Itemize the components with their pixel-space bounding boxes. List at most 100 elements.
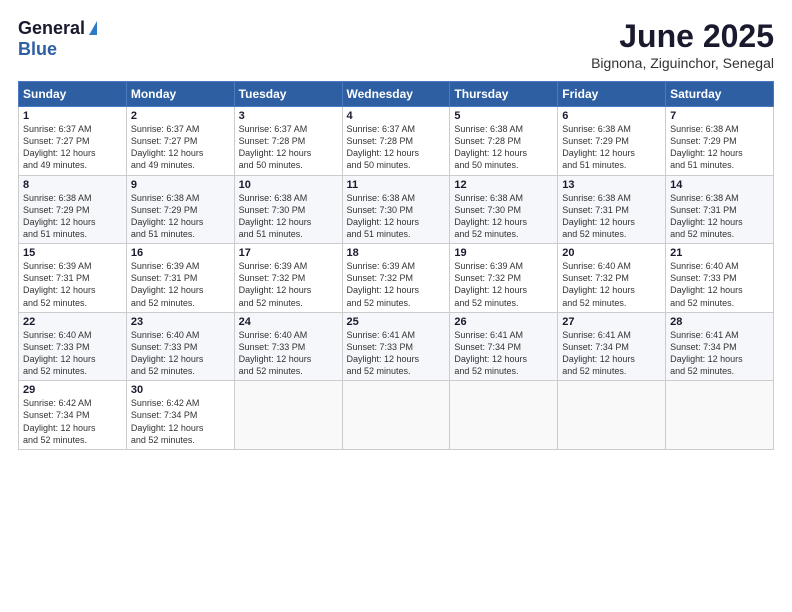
day-info: Sunrise: 6:40 AMSunset: 7:33 PMDaylight:… [131,330,204,376]
month-title: June 2025 [591,18,774,55]
day-info: Sunrise: 6:39 AMSunset: 7:31 PMDaylight:… [23,261,96,307]
day-number: 30 [131,384,230,396]
page-header: General Blue June 2025 Bignona, Ziguinch… [18,18,774,71]
day-number: 29 [23,384,122,396]
day-number: 20 [562,247,661,259]
day-info: Sunrise: 6:38 AMSunset: 7:31 PMDaylight:… [562,193,635,239]
calendar-day-header: Saturday [666,82,774,107]
calendar-day-cell: 28 Sunrise: 6:41 AMSunset: 7:34 PMDayligh… [666,312,774,381]
day-info: Sunrise: 6:39 AMSunset: 7:31 PMDaylight:… [131,261,204,307]
calendar-day-cell: 10 Sunrise: 6:38 AMSunset: 7:30 PMDayligh… [234,175,342,244]
day-number: 7 [670,110,769,122]
day-info: Sunrise: 6:37 AMSunset: 7:27 PMDaylight:… [23,124,96,170]
calendar-day-cell [234,381,342,450]
day-info: Sunrise: 6:38 AMSunset: 7:30 PMDaylight:… [454,193,527,239]
calendar-day-cell [450,381,558,450]
calendar-week-row: 22 Sunrise: 6:40 AMSunset: 7:33 PMDayligh… [19,312,774,381]
logo-blue: Blue [18,39,57,60]
day-info: Sunrise: 6:41 AMSunset: 7:34 PMDaylight:… [670,330,743,376]
calendar-day-cell: 29 Sunrise: 6:42 AMSunset: 7:34 PMDayligh… [19,381,127,450]
calendar-week-row: 1 Sunrise: 6:37 AMSunset: 7:27 PMDaylight… [19,107,774,176]
day-info: Sunrise: 6:38 AMSunset: 7:29 PMDaylight:… [23,193,96,239]
day-info: Sunrise: 6:39 AMSunset: 7:32 PMDaylight:… [239,261,312,307]
calendar-day-cell: 4 Sunrise: 6:37 AMSunset: 7:28 PMDaylight… [342,107,450,176]
logo-general: General [18,18,85,39]
day-info: Sunrise: 6:37 AMSunset: 7:28 PMDaylight:… [347,124,420,170]
calendar-day-cell: 6 Sunrise: 6:38 AMSunset: 7:29 PMDaylight… [558,107,666,176]
day-info: Sunrise: 6:41 AMSunset: 7:34 PMDaylight:… [454,330,527,376]
calendar-day-cell: 15Sunrise: 6:39 AMSunset: 7:31 PMDayligh… [19,244,127,313]
day-info: Sunrise: 6:38 AMSunset: 7:31 PMDaylight:… [670,193,743,239]
calendar-day-cell: 24 Sunrise: 6:40 AMSunset: 7:33 PMDayligh… [234,312,342,381]
calendar-day-cell: 21 Sunrise: 6:40 AMSunset: 7:33 PMDayligh… [666,244,774,313]
day-info: Sunrise: 6:40 AMSunset: 7:33 PMDaylight:… [670,261,743,307]
day-number: 9 [131,179,230,191]
calendar-week-row: 8 Sunrise: 6:38 AMSunset: 7:29 PMDaylight… [19,175,774,244]
day-info: Sunrise: 6:40 AMSunset: 7:33 PMDaylight:… [239,330,312,376]
calendar-day-cell [666,381,774,450]
day-number: 22 [23,316,122,328]
calendar-day-cell: 5 Sunrise: 6:38 AMSunset: 7:28 PMDaylight… [450,107,558,176]
calendar-day-cell: 23 Sunrise: 6:40 AMSunset: 7:33 PMDayligh… [126,312,234,381]
day-info: Sunrise: 6:42 AMSunset: 7:34 PMDaylight:… [23,398,96,444]
day-number: 12 [454,179,553,191]
calendar-day-cell [342,381,450,450]
calendar-body: 1 Sunrise: 6:37 AMSunset: 7:27 PMDaylight… [19,107,774,450]
calendar-day-cell: 16Sunrise: 6:39 AMSunset: 7:31 PMDayligh… [126,244,234,313]
calendar-day-header: Monday [126,82,234,107]
calendar-day-cell: 25Sunrise: 6:41 AMSunset: 7:33 PMDayligh… [342,312,450,381]
calendar-table: SundayMondayTuesdayWednesdayThursdayFrid… [18,81,774,450]
calendar-day-cell: 9 Sunrise: 6:38 AMSunset: 7:29 PMDaylight… [126,175,234,244]
day-info: Sunrise: 6:37 AMSunset: 7:28 PMDaylight:… [239,124,312,170]
calendar-day-cell: 30 Sunrise: 6:42 AMSunset: 7:34 PMDayligh… [126,381,234,450]
calendar-day-cell: 19Sunrise: 6:39 AMSunset: 7:32 PMDayligh… [450,244,558,313]
day-info: Sunrise: 6:38 AMSunset: 7:30 PMDaylight:… [239,193,312,239]
day-number: 21 [670,247,769,259]
calendar-day-cell: 3 Sunrise: 6:37 AMSunset: 7:28 PMDaylight… [234,107,342,176]
calendar-day-cell: 1 Sunrise: 6:37 AMSunset: 7:27 PMDaylight… [19,107,127,176]
day-number: 1 [23,110,122,122]
day-info: Sunrise: 6:38 AMSunset: 7:30 PMDaylight:… [347,193,420,239]
day-info: Sunrise: 6:38 AMSunset: 7:29 PMDaylight:… [562,124,635,170]
calendar-day-cell [558,381,666,450]
day-number: 17 [239,247,338,259]
day-number: 10 [239,179,338,191]
calendar-day-header: Friday [558,82,666,107]
calendar-header-row: SundayMondayTuesdayWednesdayThursdayFrid… [19,82,774,107]
day-info: Sunrise: 6:40 AMSunset: 7:32 PMDaylight:… [562,261,635,307]
calendar-day-cell: 17 Sunrise: 6:39 AMSunset: 7:32 PMDayligh… [234,244,342,313]
calendar-day-cell: 11Sunrise: 6:38 AMSunset: 7:30 PMDayligh… [342,175,450,244]
day-number: 8 [23,179,122,191]
day-number: 28 [670,316,769,328]
location-subtitle: Bignona, Ziguinchor, Senegal [591,55,774,71]
day-info: Sunrise: 6:37 AMSunset: 7:27 PMDaylight:… [131,124,204,170]
calendar-day-cell: 14 Sunrise: 6:38 AMSunset: 7:31 PMDayligh… [666,175,774,244]
day-number: 6 [562,110,661,122]
calendar-day-cell: 20 Sunrise: 6:40 AMSunset: 7:32 PMDayligh… [558,244,666,313]
calendar-day-cell: 2Sunrise: 6:37 AMSunset: 7:27 PMDaylight… [126,107,234,176]
day-number: 19 [454,247,553,259]
day-info: Sunrise: 6:42 AMSunset: 7:34 PMDaylight:… [131,398,204,444]
calendar-day-header: Thursday [450,82,558,107]
day-number: 25 [347,316,446,328]
day-number: 23 [131,316,230,328]
day-number: 3 [239,110,338,122]
day-number: 13 [562,179,661,191]
day-number: 24 [239,316,338,328]
day-number: 5 [454,110,553,122]
day-info: Sunrise: 6:38 AMSunset: 7:28 PMDaylight:… [454,124,527,170]
day-number: 26 [454,316,553,328]
title-block: June 2025 Bignona, Ziguinchor, Senegal [591,18,774,71]
day-info: Sunrise: 6:40 AMSunset: 7:33 PMDaylight:… [23,330,96,376]
day-number: 18 [347,247,446,259]
calendar-day-header: Sunday [19,82,127,107]
logo-triangle-icon [89,21,97,35]
calendar-day-header: Wednesday [342,82,450,107]
calendar-day-cell: 13 Sunrise: 6:38 AMSunset: 7:31 PMDayligh… [558,175,666,244]
day-info: Sunrise: 6:41 AMSunset: 7:34 PMDaylight:… [562,330,635,376]
day-number: 4 [347,110,446,122]
calendar-week-row: 29 Sunrise: 6:42 AMSunset: 7:34 PMDayligh… [19,381,774,450]
calendar-day-cell: 8 Sunrise: 6:38 AMSunset: 7:29 PMDaylight… [19,175,127,244]
day-info: Sunrise: 6:38 AMSunset: 7:29 PMDaylight:… [131,193,204,239]
day-number: 14 [670,179,769,191]
